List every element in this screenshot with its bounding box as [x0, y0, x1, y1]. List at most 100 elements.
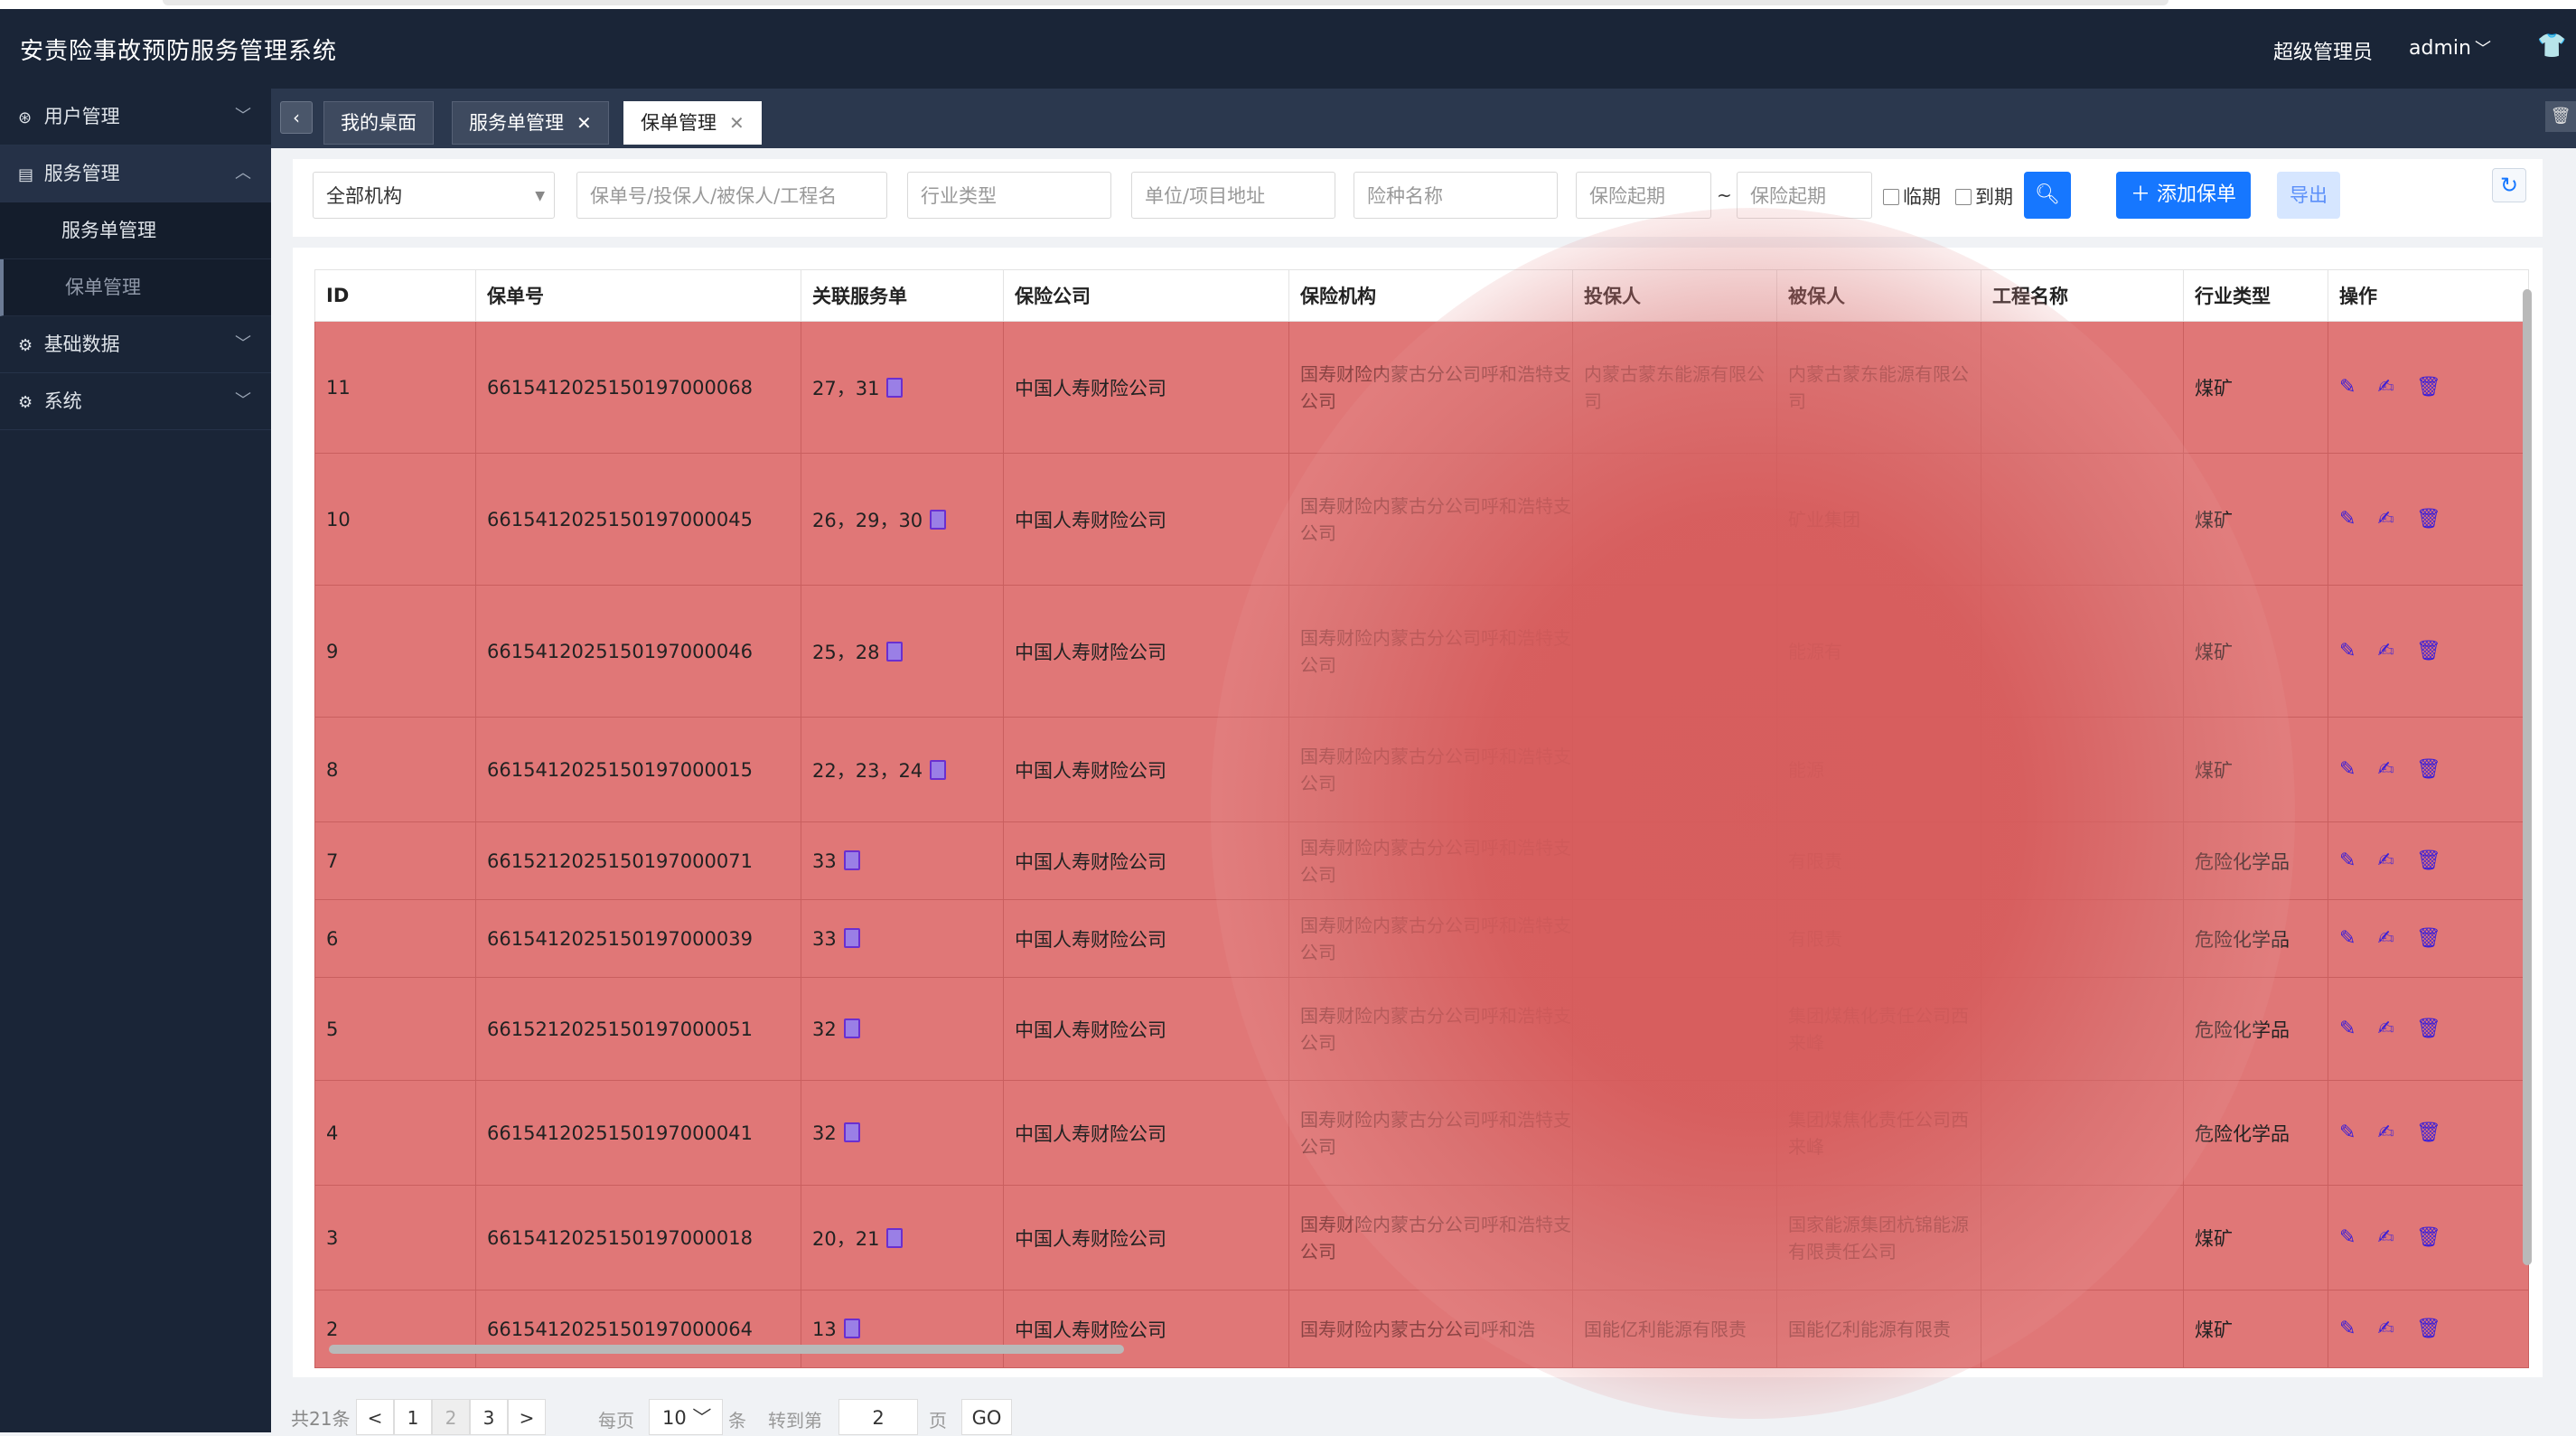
edit-icon[interactable]: ✍: [2377, 508, 2393, 530]
sidebar-subitem-service-orders[interactable]: 服务单管理: [0, 202, 271, 259]
scrollbar-thumb[interactable]: [2523, 289, 2532, 1265]
document-link-icon[interactable]: [886, 1227, 904, 1248]
document-link-icon[interactable]: [843, 1018, 860, 1038]
page-2-button[interactable]: 2: [432, 1399, 470, 1435]
edit-icon[interactable]: ✍: [2377, 376, 2393, 399]
user-menu[interactable]: admin ﹀: [2409, 36, 2491, 60]
sidebar-item-system[interactable]: ⚙ 系统 ﹀: [0, 373, 271, 430]
trash-icon[interactable]: 🗑: [2545, 101, 2576, 132]
cell-id: 8: [314, 717, 476, 822]
trash-icon[interactable]: 🗑: [2416, 640, 2441, 662]
chevron-left-icon[interactable]: ‹: [280, 101, 313, 134]
tab-policies[interactable]: 保单管理 ✕: [623, 101, 762, 145]
keyword-input[interactable]: 保单号/投保人/被保人/工程名: [576, 172, 887, 219]
tab-desktop[interactable]: 我的桌面: [323, 101, 434, 145]
pencil-icon[interactable]: ✎: [2339, 758, 2356, 781]
cell-actions: ✎ ✍ 🗑: [2328, 1185, 2529, 1291]
near-expiry-checkbox[interactable]: 临期: [1883, 183, 1941, 210]
trash-icon[interactable]: 🗑: [2416, 508, 2441, 530]
pencil-icon[interactable]: ✎: [2339, 640, 2356, 662]
col-industry[interactable]: 行业类型: [2183, 269, 2328, 322]
industry-input[interactable]: 行业类型: [907, 172, 1111, 219]
trash-icon[interactable]: 🗑: [2416, 1226, 2441, 1249]
sidebar-item-basic-data[interactable]: ⚙ 基础数据 ﹀: [0, 316, 271, 373]
goto-page-input[interactable]: 2: [838, 1399, 918, 1435]
edit-icon[interactable]: ✍: [2377, 927, 2393, 950]
scrollbar-thumb[interactable]: [329, 1345, 1124, 1354]
edit-icon[interactable]: ✍: [2377, 1122, 2393, 1144]
org-select[interactable]: 全部机构 ▼: [313, 172, 555, 219]
checkbox-box[interactable]: [1955, 189, 1972, 205]
page-3-button[interactable]: 3: [470, 1399, 508, 1435]
trash-icon[interactable]: 🗑: [2416, 1318, 2441, 1340]
pencil-icon[interactable]: ✎: [2339, 1122, 2356, 1144]
close-icon[interactable]: ✕: [576, 112, 592, 134]
trash-icon[interactable]: 🗑: [2416, 849, 2441, 872]
next-page-button[interactable]: >: [508, 1399, 546, 1435]
horizontal-scrollbar[interactable]: [329, 1345, 2524, 1356]
go-button[interactable]: GO: [961, 1399, 1012, 1435]
pencil-icon[interactable]: ✎: [2339, 849, 2356, 872]
prev-page-button[interactable]: <: [356, 1399, 394, 1435]
col-service-orders[interactable]: 关联服务单: [801, 269, 1004, 322]
document-link-icon[interactable]: [930, 509, 947, 530]
sidebar-subitem-policies[interactable]: 保单管理: [0, 259, 271, 316]
document-link-icon[interactable]: [843, 849, 860, 870]
pencil-icon[interactable]: ✎: [2339, 376, 2356, 399]
sidebar-item-service[interactable]: ▤ 服务管理 ︿: [0, 145, 271, 202]
document-link-icon[interactable]: [843, 927, 860, 948]
date-to-input[interactable]: 保险起期: [1737, 172, 1872, 219]
document-link-icon[interactable]: [886, 641, 904, 662]
user-icon: ⊛: [18, 108, 33, 127]
edit-icon[interactable]: ✍: [2377, 758, 2393, 781]
col-insured[interactable]: 被保人: [1776, 269, 1981, 322]
edit-icon[interactable]: ✍: [2377, 1226, 2393, 1249]
checkbox-box[interactable]: [1883, 189, 1899, 205]
trash-icon[interactable]: 🗑: [2416, 1122, 2441, 1144]
trash-icon[interactable]: 🗑: [2416, 927, 2441, 950]
expired-checkbox[interactable]: 到期: [1955, 183, 2013, 210]
cell-industry: 危险化学品: [2183, 1080, 2328, 1186]
trash-icon[interactable]: 🗑: [2416, 376, 2441, 399]
cell-actions: ✎ ✍ 🗑: [2328, 899, 2529, 978]
col-project[interactable]: 工程名称: [1981, 269, 2184, 322]
page-1-button[interactable]: 1: [394, 1399, 432, 1435]
export-button[interactable]: 导出: [2277, 172, 2340, 219]
edit-icon[interactable]: ✍: [2377, 1018, 2393, 1040]
edit-icon[interactable]: ✍: [2377, 849, 2393, 872]
col-insurer[interactable]: 保险公司: [1003, 269, 1289, 322]
theme-icon[interactable]: 👕: [2537, 33, 2566, 60]
pencil-icon[interactable]: ✎: [2339, 1018, 2356, 1040]
address-input[interactable]: 单位/项目地址: [1131, 172, 1335, 219]
pencil-icon[interactable]: ✎: [2339, 1318, 2356, 1340]
insurance-name-input[interactable]: 险种名称: [1354, 172, 1558, 219]
sidebar-item-users[interactable]: ⊛ 用户管理 ﹀: [0, 89, 271, 145]
col-id[interactable]: ID: [314, 269, 476, 322]
pencil-icon[interactable]: ✎: [2339, 927, 2356, 950]
search-button[interactable]: 🔍︎: [2024, 172, 2071, 219]
document-link-icon[interactable]: [843, 1122, 860, 1142]
per-page-select[interactable]: 10 ﹀: [649, 1399, 723, 1435]
pencil-icon[interactable]: ✎: [2339, 508, 2356, 530]
table-row: 7 6615212025150197000071 33 中国人寿财险公司 国寿财险内蒙古…: [314, 821, 2529, 900]
document-link-icon[interactable]: [886, 377, 904, 398]
document-link-icon[interactable]: [843, 1318, 860, 1338]
col-policy-holder[interactable]: 投保人: [1572, 269, 1777, 322]
tab-service-orders[interactable]: 服务单管理 ✕: [452, 101, 609, 145]
col-policy-no[interactable]: 保单号: [475, 269, 801, 322]
edit-icon[interactable]: ✍: [2377, 640, 2393, 662]
document-link-icon[interactable]: [930, 759, 947, 780]
refresh-icon[interactable]: ↻: [2492, 168, 2526, 202]
cell-policy-holder: [1572, 717, 1777, 822]
add-policy-button[interactable]: ＋ 添加保单: [2116, 172, 2252, 219]
edit-icon[interactable]: ✍: [2377, 1318, 2393, 1340]
col-institution[interactable]: 保险机构: [1288, 269, 1573, 322]
trash-icon[interactable]: 🗑: [2416, 1018, 2441, 1040]
table-row: 8 6615412025150197000015 22，23，24 中国人寿财险公司 国…: [314, 717, 2529, 822]
vertical-scrollbar[interactable]: [2523, 275, 2534, 1287]
pencil-icon[interactable]: ✎: [2339, 1226, 2356, 1249]
close-icon[interactable]: ✕: [729, 112, 745, 134]
trash-icon[interactable]: 🗑: [2416, 758, 2441, 781]
cell-insured: 能源有: [1776, 585, 1981, 718]
date-from-input[interactable]: 保险起期: [1576, 172, 1711, 219]
